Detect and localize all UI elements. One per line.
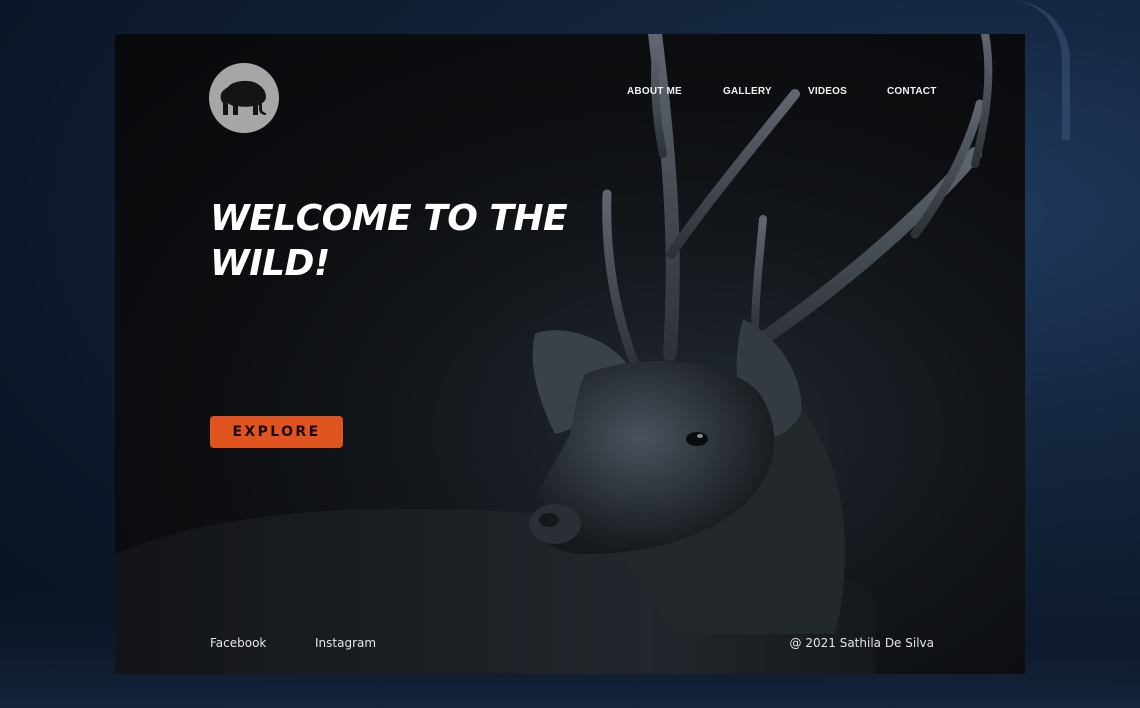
main-nav: ABOUT ME GALLERY VIDEOS CONTACT <box>115 86 1025 100</box>
footer-facebook: Facebook <box>210 636 266 650</box>
nav-about-me[interactable]: ABOUT ME <box>627 86 682 97</box>
nav-videos[interactable]: VIDEOS <box>808 86 847 97</box>
nav-gallery[interactable]: GALLERY <box>723 86 772 97</box>
copyright-text: @ 2021 Sathila De Silva <box>789 636 934 650</box>
instagram-link[interactable]: Instagram <box>315 636 376 650</box>
hero-card: ABOUT ME GALLERY VIDEOS CONTACT WELCOME … <box>115 34 1025 674</box>
nav-contact[interactable]: CONTACT <box>887 86 937 97</box>
footer-instagram: Instagram <box>315 636 376 650</box>
hero-headline: WELCOME TO THE WILD! <box>210 196 570 286</box>
facebook-link[interactable]: Facebook <box>210 636 266 650</box>
explore-button[interactable]: EXPLORE <box>210 416 343 448</box>
hero-headline-line1: WELCOME TO THE <box>210 198 568 239</box>
deer-antlers <box>602 34 993 369</box>
deer-eye <box>686 432 708 446</box>
hero-headline-line2: WILD! <box>210 243 330 284</box>
